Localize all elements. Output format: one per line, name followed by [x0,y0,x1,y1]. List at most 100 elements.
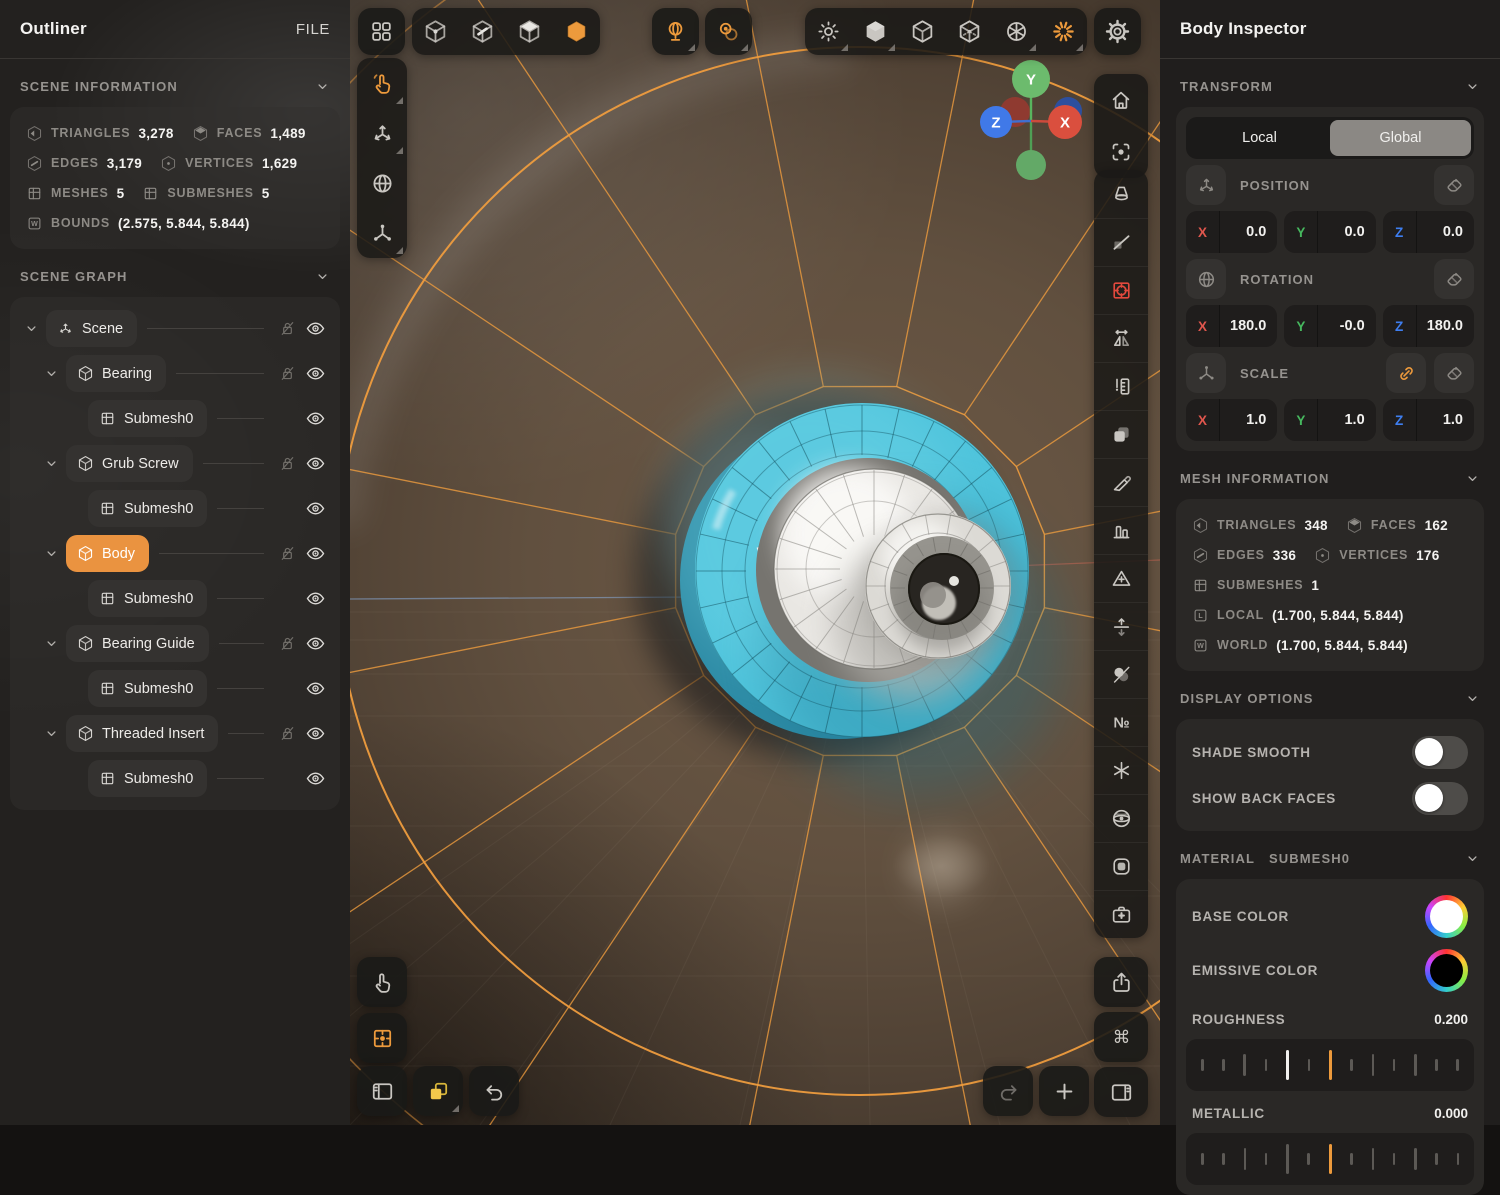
node-body[interactable]: Body [66,535,149,572]
globe-view-button[interactable] [1094,794,1148,842]
roughness-slider[interactable] [1186,1039,1474,1091]
eye-icon[interactable] [300,498,330,519]
scale-z-field[interactable]: Z1.0 [1383,399,1474,441]
rotation-y-field[interactable]: Y-0.0 [1284,305,1375,347]
axis-neg-y-dot[interactable] [1016,150,1046,180]
shaded-view-button[interactable] [852,8,899,55]
shade-smooth-toggle[interactable] [1412,736,1468,769]
eye-icon[interactable] [300,678,330,699]
duplicate-mode-button[interactable] [413,1066,463,1116]
slice-button[interactable] [1094,218,1148,266]
add-object-button[interactable] [1039,1066,1089,1116]
position-z-field[interactable]: Z0.0 [1383,211,1474,253]
node-submesh0[interactable]: Submesh0 [88,670,207,707]
chevron-down-icon[interactable] [44,456,59,471]
layout-grid-button[interactable] [358,8,405,55]
eye-icon[interactable] [300,633,330,654]
chevron-down-icon[interactable] [1465,79,1480,94]
lock-slash-icon[interactable] [274,544,300,563]
chevron-down-icon[interactable] [315,79,330,94]
emissive-color-swatch[interactable] [1425,949,1468,992]
redo-button[interactable] [983,1066,1033,1116]
chevron-down-icon[interactable] [44,726,59,741]
mirror-button[interactable] [1094,314,1148,362]
pan-mode-button[interactable] [357,957,407,1007]
axis-button[interactable] [1094,746,1148,794]
camera-effects-button[interactable] [993,8,1040,55]
toggle-left-panel-button[interactable] [357,1066,407,1116]
lock-slash-icon[interactable] [274,454,300,473]
scale-y-field[interactable]: Y1.0 [1284,399,1375,441]
rotate-tool-button[interactable] [357,158,407,208]
eye-icon[interactable] [300,723,330,744]
material-preview-button[interactable] [1094,842,1148,890]
orbit-rings-button[interactable] [705,8,752,55]
node-submesh0[interactable]: Submesh0 [88,400,207,437]
measure-button[interactable] [1094,362,1148,410]
pivot-target-button[interactable] [1094,266,1148,314]
chevron-down-icon[interactable] [1465,851,1480,866]
home-view-button[interactable] [1094,74,1148,126]
undo-button[interactable] [469,1066,519,1116]
node-scene[interactable]: Scene [46,310,137,347]
rotation-z-field[interactable]: Z180.0 [1383,305,1474,347]
file-button[interactable]: FILE [296,21,330,38]
chevron-down-icon[interactable] [44,636,59,651]
lock-slash-icon[interactable] [274,724,300,743]
layers-button[interactable] [1094,410,1148,458]
scale-x-field[interactable]: X1.0 [1186,399,1277,441]
extrude-button[interactable] [1094,602,1148,650]
light-button[interactable] [805,8,852,55]
chevron-down-icon[interactable] [315,269,330,284]
chevron-down-icon[interactable] [1465,691,1480,706]
node-submesh0[interactable]: Submesh0 [88,580,207,617]
add-primitive-button[interactable] [1094,554,1148,602]
rotation-reset-button[interactable] [1434,259,1474,299]
lock-slash-icon[interactable] [274,319,300,338]
node-threaded-insert[interactable]: Threaded Insert [66,715,218,752]
eye-icon[interactable] [300,408,330,429]
viewport-3d[interactable]: Y Z X № ⌘ [350,0,1160,1125]
select-solid-button[interactable] [553,8,600,55]
align-button[interactable] [1094,506,1148,554]
numbering-button[interactable]: № [1094,698,1148,746]
orbit-globe-button[interactable] [652,8,699,55]
wireframe-view-button[interactable] [899,8,946,55]
eye-icon[interactable] [300,543,330,564]
chevron-down-icon[interactable] [44,546,59,561]
eye-icon[interactable] [300,363,330,384]
position-y-field[interactable]: Y0.0 [1284,211,1375,253]
settings-button[interactable] [1094,8,1141,55]
node-bearing[interactable]: Bearing [66,355,166,392]
space-local-option[interactable]: Local [1189,120,1330,156]
snap-button[interactable] [357,1013,407,1063]
metallic-slider[interactable] [1186,1133,1474,1185]
eye-icon[interactable] [300,768,330,789]
lock-slash-icon[interactable] [274,364,300,383]
scale-link-button[interactable] [1386,353,1426,393]
position-reset-button[interactable] [1434,165,1474,205]
boolean-button[interactable] [1094,650,1148,698]
eye-icon[interactable] [300,453,330,474]
space-global-option[interactable]: Global [1330,120,1471,156]
node-submesh0[interactable]: Submesh0 [88,490,207,527]
select-vertex-button[interactable] [412,8,459,55]
move-tool-button[interactable] [357,108,407,158]
select-edge-button[interactable] [459,8,506,55]
shortcuts-button[interactable]: ⌘ [1094,1012,1148,1062]
xray-view-button[interactable] [946,8,993,55]
orientation-gimbal[interactable]: Y Z X [965,55,1097,187]
share-button[interactable] [1094,957,1148,1007]
position-x-field[interactable]: X0.0 [1186,211,1277,253]
eye-icon[interactable] [300,318,330,339]
select-face-button[interactable] [506,8,553,55]
select-tool-button[interactable] [357,58,407,108]
lock-slash-icon[interactable] [274,634,300,653]
repair-button[interactable] [1094,890,1148,938]
scale-tool-button[interactable] [357,208,407,258]
eye-icon[interactable] [300,588,330,609]
node-grub-screw[interactable]: Grub Screw [66,445,193,482]
lathe-button[interactable] [1094,170,1148,218]
base-color-swatch[interactable] [1425,895,1468,938]
node-bearing-guide[interactable]: Bearing Guide [66,625,209,662]
